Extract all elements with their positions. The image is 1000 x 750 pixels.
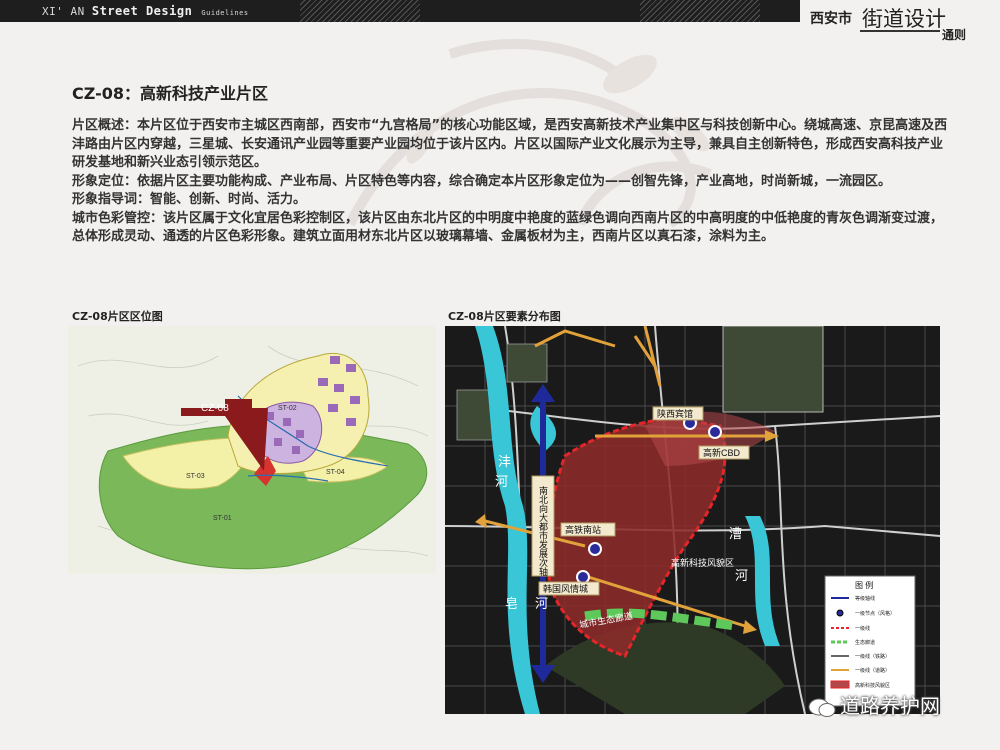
legend-title: 图 例 bbox=[855, 580, 873, 590]
legend-item-axis: 等级轴线 bbox=[855, 595, 875, 602]
scenic-label: 韩国风情城 bbox=[543, 583, 588, 594]
zone-label-st-01: ST-01 bbox=[213, 515, 232, 522]
river-label-feng: 沣 bbox=[498, 454, 511, 469]
legend-item-road: 一级线（道路） bbox=[855, 667, 890, 674]
brand-subtitle: 通则 bbox=[942, 28, 967, 42]
legend: 图 例 等级轴线 一级节点（风格） 一级线 生态廊道 一级线（铁路） 一级线（道… bbox=[824, 575, 916, 707]
section-body: 片区概述：本片区位于西安市主城区西南部，西安市“九宫格局”的核心功能区域，是西安… bbox=[72, 117, 952, 247]
header-hatch-left bbox=[300, 0, 420, 22]
windzone-label: 高新科技风貌区 bbox=[671, 557, 734, 568]
chat-bubble-icon bbox=[808, 698, 836, 717]
header-subtitle: Guidelines bbox=[201, 9, 249, 17]
left-map-caption: CZ-08片区区位图 bbox=[72, 310, 163, 323]
zone-label-st-03: ST-03 bbox=[186, 473, 205, 480]
river-label-cao: 漕 bbox=[729, 526, 742, 541]
brand-title: 街道设计 bbox=[862, 7, 946, 31]
cbd-label: 高新CBD bbox=[703, 447, 741, 458]
paragraph-positioning: 形象定位：依据片区主要功能构成、产业布局、片区特色等内容，综合确定本片区形象定位… bbox=[72, 173, 892, 189]
paragraph-keywords: 形象指导词：智能、创新、时尚、活力。 bbox=[72, 192, 307, 207]
header-title: XI' AN Street Design Guidelines bbox=[42, 4, 249, 18]
park-block-1 bbox=[506, 343, 548, 383]
zone-label-st-04: ST-04 bbox=[326, 469, 345, 476]
header-hatch-right bbox=[640, 0, 760, 22]
shaanxi-hotel-label: 陕西宾馆 bbox=[657, 408, 693, 419]
brand-block: 西安市 街道设计 通则 bbox=[800, 0, 1000, 48]
legend-item-zone: 高新科技风貌区 bbox=[855, 682, 890, 689]
right-map-caption: CZ-08片区要素分布图 bbox=[448, 310, 561, 323]
river-label-he-3: 河 bbox=[735, 568, 748, 583]
zone-label-st-02: ST-02 bbox=[278, 405, 297, 412]
legend-item-rail: 一级线（铁路） bbox=[855, 653, 890, 660]
legend-item-node: 一级节点（风格） bbox=[855, 610, 895, 617]
park-block-ne bbox=[722, 326, 824, 413]
legend-item-line: 一级线 bbox=[855, 625, 870, 632]
location-map: CZ-08 ST-01 ST-02 ST-03 ST-04 bbox=[68, 326, 436, 574]
section-title: CZ-08：高新科技产业片区 bbox=[72, 84, 268, 103]
header-city: XI' AN bbox=[42, 5, 85, 18]
paragraph-overview: 片区概述：本片区位于西安市主城区西南部，西安市“九宫格局”的核心功能区域，是西安… bbox=[72, 118, 948, 170]
river-label-he-1: 河 bbox=[495, 474, 508, 489]
watermark: 道路养护网 bbox=[808, 690, 940, 719]
paragraph-color-control: 城市色彩管控：该片区属于文化宜居色彩控制区，该片区由东北片区的中明度中艳度的蓝绿… bbox=[72, 210, 944, 245]
watermark-text: 道路养护网 bbox=[840, 694, 940, 718]
element-distribution-map: 陕西宾馆 高新CBD 高铁南站 韩国风情城 南北向大都市发展次轴 高新科技风貌区… bbox=[445, 326, 940, 714]
header-main-title: Street Design bbox=[91, 4, 193, 18]
brand-city: 西安市 bbox=[810, 11, 852, 27]
axis-label: 南北向大都市发展次轴 bbox=[538, 485, 548, 577]
river-label-zao: 皂 bbox=[505, 596, 518, 611]
legend-item-ecology: 生态廊道 bbox=[855, 639, 875, 646]
legend-swatch-zone bbox=[830, 680, 850, 689]
legend-swatch-node bbox=[836, 609, 844, 617]
hsr-south-label: 高铁南站 bbox=[565, 524, 601, 535]
river-label-he-2: 河 bbox=[535, 596, 548, 611]
cz-08-callout-label: CZ-08 bbox=[201, 403, 229, 414]
brand-underline bbox=[860, 30, 940, 32]
